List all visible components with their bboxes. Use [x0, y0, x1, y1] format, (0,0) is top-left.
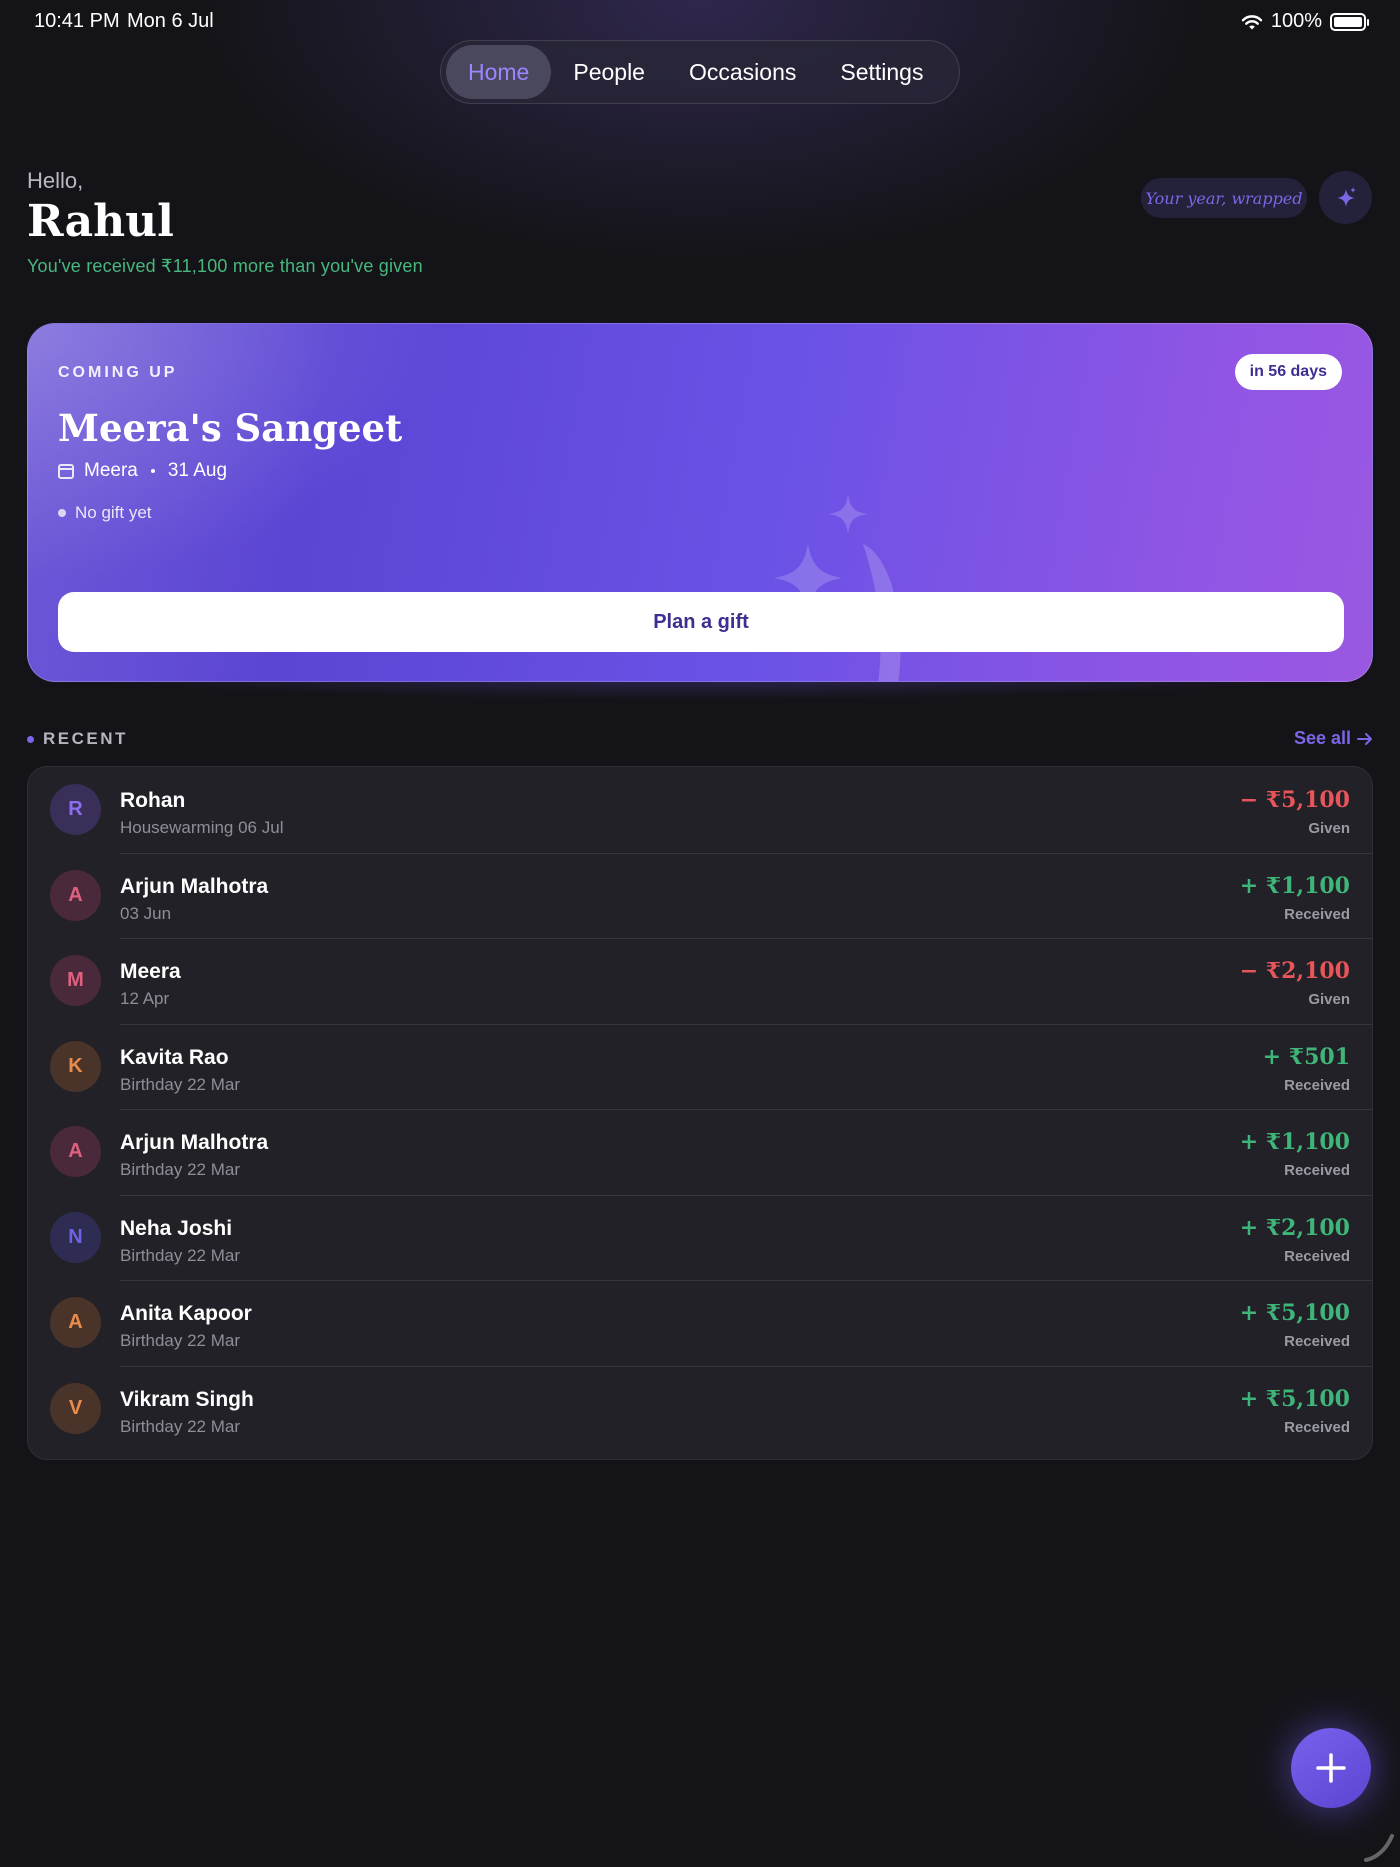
list-item[interactable]: R Rohan Housewarming 06 Jul − ₹5,100 Giv…: [28, 767, 1372, 853]
add-entry-button[interactable]: [1291, 1728, 1371, 1808]
occasion-detail: 12 Apr: [120, 989, 170, 1008]
occasion-detail: 03 Jun: [120, 903, 172, 923]
occasion-meta: Meera 31 Aug: [58, 460, 227, 482]
sparkle-icon: [1336, 186, 1356, 207]
avatar: V: [50, 1382, 101, 1434]
amount: + ₹5,100: [1239, 1300, 1350, 1326]
person-name: Rohan: [120, 789, 186, 812]
battery-icon: [1330, 12, 1369, 31]
recent-list: R Rohan Housewarming 06 Jul − ₹5,100 Giv…: [27, 766, 1373, 1460]
occasion-person: Meera: [84, 460, 138, 481]
battery-percent: 100%: [1270, 10, 1322, 32]
see-all-label: See all: [1293, 728, 1351, 748]
person-name: Arjun Malhotra: [120, 874, 269, 898]
recent-section-title: RECENT: [27, 729, 128, 749]
person-name: Neha Joshi: [120, 1216, 233, 1240]
amount: − ₹2,100: [1239, 958, 1350, 984]
occasion-detail: Birthday 22 Mar: [120, 1160, 240, 1179]
status-date: Mon 6 Jul: [127, 10, 214, 32]
occasion-detail: Birthday 22 Mar: [120, 1245, 240, 1265]
wifi-icon: [1241, 14, 1263, 29]
amount: + ₹5,100: [1239, 1385, 1350, 1412]
transaction-type: Given: [1308, 820, 1350, 837]
days-remaining-badge: in 56 days: [1234, 354, 1342, 390]
calendar-icon: [58, 463, 74, 479]
transaction-type: Received: [1284, 1162, 1350, 1179]
tab-settings[interactable]: Settings: [818, 45, 945, 99]
transaction-type: Given: [1308, 991, 1350, 1008]
occasion-detail: Birthday 22 Mar: [120, 1074, 240, 1094]
resize-handle-icon: [1364, 1834, 1394, 1862]
list-item[interactable]: K Kavita Rao Birthday 22 Mar + ₹501 Rece…: [28, 1023, 1372, 1110]
transaction-type: Received: [1284, 1247, 1350, 1265]
person-name: Anita Kapoor: [120, 1302, 252, 1325]
transaction-type: Received: [1284, 1333, 1350, 1350]
list-item[interactable]: V Vikram Singh Birthday 22 Mar + ₹5,100 …: [28, 1365, 1372, 1452]
status-dot: [58, 509, 66, 517]
transaction-type: Received: [1284, 1076, 1350, 1094]
transaction-type: Received: [1284, 905, 1350, 923]
person-name: Arjun Malhotra: [120, 1131, 269, 1154]
year-wrapped-button[interactable]: Your year, wrapped: [1141, 178, 1307, 218]
list-item[interactable]: A Anita Kapoor Birthday 22 Mar + ₹5,100 …: [28, 1280, 1372, 1366]
plan-gift-button[interactable]: Plan a gift: [58, 592, 1344, 652]
avatar: A: [50, 1297, 101, 1348]
tab-occasions[interactable]: Occasions: [667, 45, 818, 99]
occasion-date: 31 Aug: [167, 460, 228, 481]
occasion-title: Meera's Sangeet: [58, 406, 403, 450]
decorative-sparkle-icon: [774, 494, 901, 681]
status-time: 10:41 PM: [34, 10, 120, 32]
amount: − ₹5,100: [1239, 787, 1350, 813]
greeting-hello: Hello,: [27, 168, 84, 193]
list-item[interactable]: A Arjun Malhotra 03 Jun + ₹1,100 Receive…: [28, 852, 1372, 939]
sparkle-button[interactable]: [1319, 171, 1372, 224]
person-name: Meera: [120, 960, 181, 983]
list-item[interactable]: A Arjun Malhotra Birthday 22 Mar + ₹1,10…: [28, 1109, 1372, 1195]
amount: + ₹1,100: [1239, 1129, 1350, 1155]
arrow-right-icon: [1357, 732, 1372, 745]
tab-home[interactable]: Home: [446, 45, 552, 99]
list-item[interactable]: N Neha Joshi Birthday 22 Mar + ₹2,100 Re…: [28, 1194, 1372, 1281]
status-bar: 10:41 PM Mon 6 Jul 100%: [0, 0, 1400, 44]
avatar: N: [50, 1211, 101, 1263]
amount: + ₹1,100: [1239, 872, 1350, 899]
avatar: A: [50, 869, 101, 921]
person-name: Vikram Singh: [120, 1387, 254, 1411]
occasion-detail: Housewarming 06 Jul: [120, 818, 284, 837]
gift-status: No gift yet: [58, 503, 152, 523]
list-item[interactable]: M Meera 12 Apr − ₹2,100 Given: [28, 938, 1372, 1024]
coming-up-card[interactable]: COMING UP in 56 days Meera's Sangeet Mee…: [27, 323, 1373, 682]
occasion-detail: Birthday 22 Mar: [120, 1416, 240, 1436]
tab-people[interactable]: People: [551, 45, 667, 99]
separator-dot: [150, 469, 155, 473]
avatar: A: [50, 1126, 101, 1177]
gift-status-text: No gift yet: [75, 503, 152, 522]
avatar: M: [50, 955, 101, 1006]
coming-up-label: COMING UP: [58, 364, 178, 381]
see-all-link[interactable]: See all: [1294, 728, 1373, 749]
occasion-detail: Birthday 22 Mar: [120, 1331, 240, 1350]
balance-summary: You've received ₹11,100 more than you've…: [27, 256, 423, 276]
tab-bar: Home People Occasions Settings: [440, 40, 960, 104]
status-indicators: 100%: [1241, 10, 1369, 33]
section-dot: [27, 735, 34, 743]
amount: + ₹501: [1262, 1043, 1350, 1070]
plus-icon: [1316, 1753, 1346, 1783]
user-name: Rahul: [27, 196, 174, 247]
amount: + ₹2,100: [1239, 1214, 1350, 1241]
recent-label-text: RECENT: [43, 729, 128, 748]
avatar: R: [50, 784, 101, 835]
person-name: Kavita Rao: [120, 1045, 229, 1069]
avatar: K: [50, 1040, 101, 1092]
transaction-type: Received: [1284, 1418, 1350, 1436]
